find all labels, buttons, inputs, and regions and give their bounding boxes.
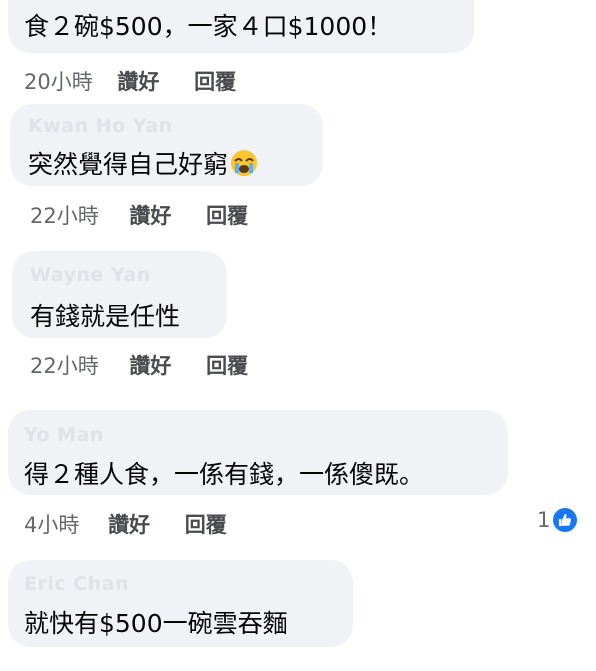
comment-text-5: 就快有$500一碗雲吞麵	[24, 609, 288, 638]
like-button[interactable]: 讚好	[108, 513, 150, 537]
comment-author-5[interactable]: Eric Chan	[24, 573, 129, 595]
like-button[interactable]: 讚好	[129, 354, 171, 378]
comment-meta-2: 22小時 讚好 回覆	[30, 200, 248, 230]
comment-meta-3: 22小時 讚好 回覆	[30, 350, 248, 380]
comment-time[interactable]: 20小時	[24, 70, 93, 94]
comment-text-3: 有錢就是任性	[30, 302, 181, 331]
comment-time[interactable]: 22小時	[30, 204, 99, 228]
comment-text-2: 突然覺得自己好窮	[28, 145, 258, 181]
comment-text: 突然覺得自己好窮	[28, 150, 229, 179]
like-button[interactable]: 讚好	[117, 70, 159, 94]
reaction-summary[interactable]: 1	[537, 508, 578, 532]
comment-text-1: 食２碗$500，一家４口$1000！	[24, 12, 393, 41]
comment-author-2[interactable]: Kwan Ho Yan	[28, 115, 173, 137]
comment-meta-1: 20小時 讚好 回覆	[24, 66, 236, 96]
reaction-count: 1	[537, 508, 551, 532]
reply-button[interactable]: 回覆	[206, 354, 248, 378]
reply-button[interactable]: 回覆	[206, 204, 248, 228]
comment-author-4[interactable]: Yo Man	[24, 424, 104, 446]
comment-time[interactable]: 4小時	[24, 513, 79, 537]
like-button[interactable]: 讚好	[129, 204, 171, 228]
comment-time[interactable]: 22小時	[30, 354, 99, 378]
comment-meta-4: 4小時 讚好 回覆	[24, 509, 227, 539]
like-icon	[553, 508, 578, 532]
comment-author-3[interactable]: Wayne Yan	[30, 264, 151, 286]
reply-button[interactable]: 回覆	[194, 70, 236, 94]
reply-button[interactable]: 回覆	[185, 513, 227, 537]
comment-text-4: 得２種人食，一係有錢，一係傻既。	[24, 460, 425, 489]
crying-face-icon	[231, 150, 258, 176]
